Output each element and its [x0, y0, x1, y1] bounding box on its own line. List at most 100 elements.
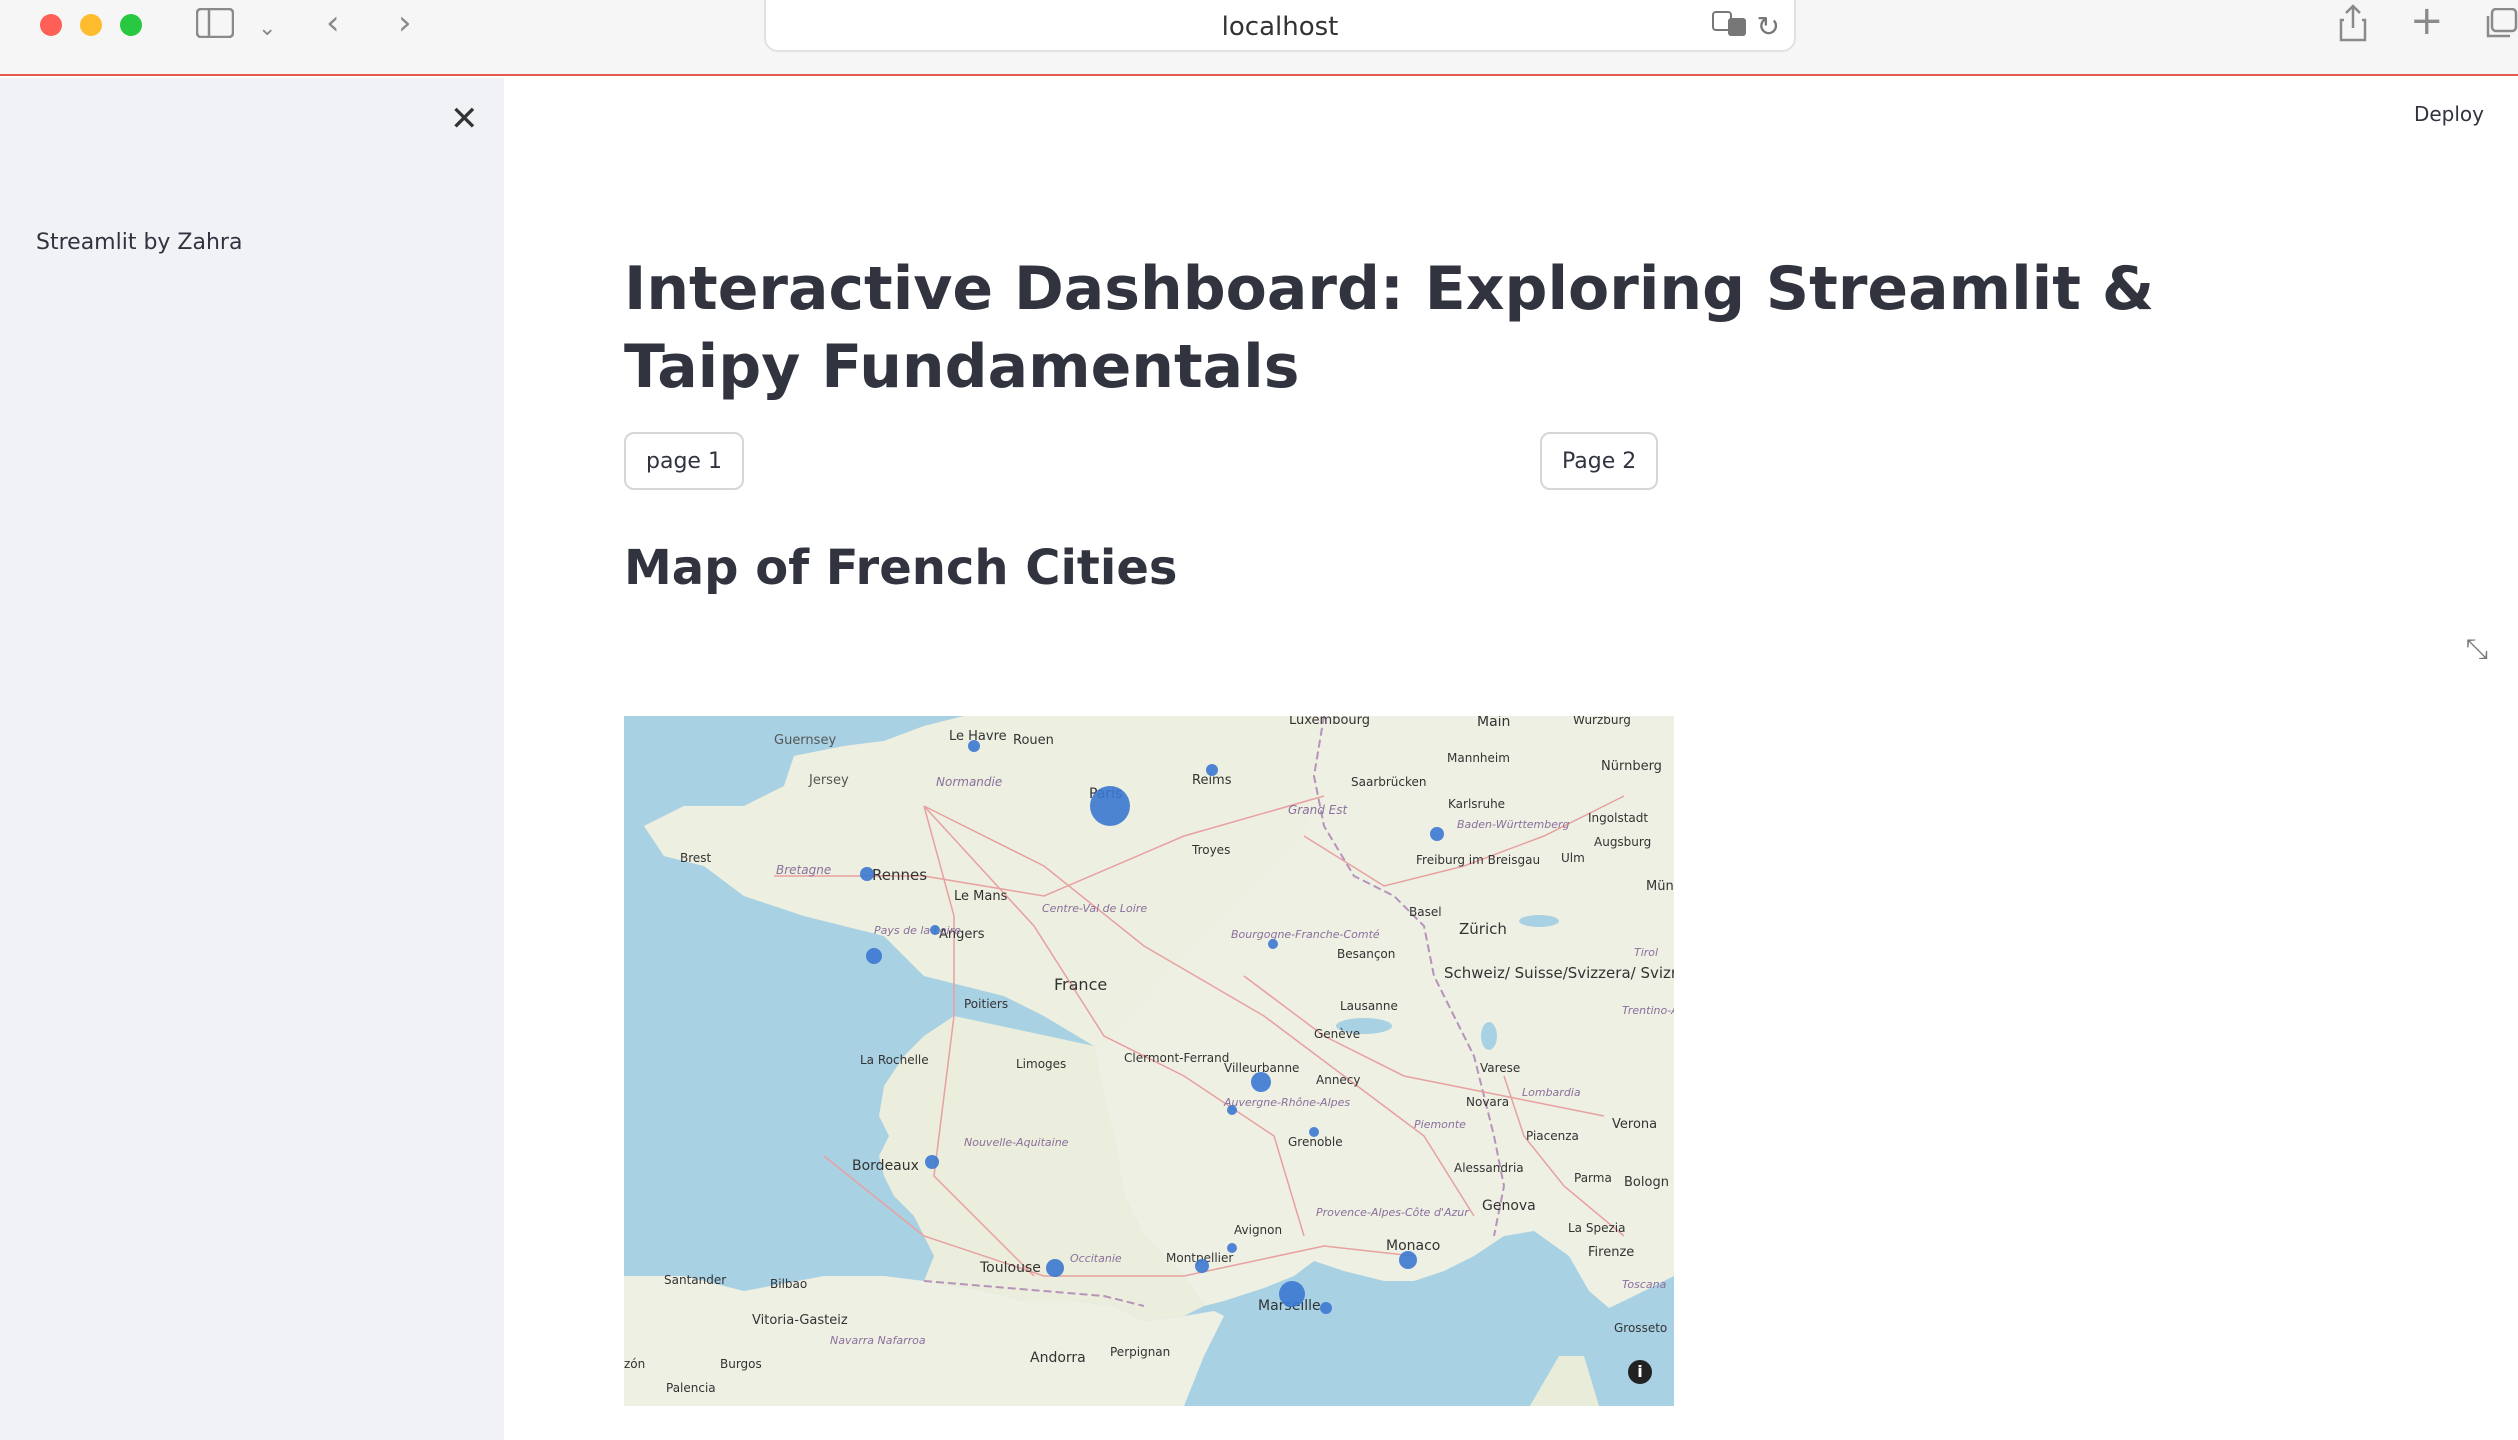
- place-label: Normandie: [936, 775, 1002, 789]
- place-label: Genova: [1482, 1198, 1536, 1214]
- place-label: Saarbrücken: [1351, 775, 1427, 789]
- place-label: Troyes: [1191, 843, 1230, 857]
- place-label: Piemonte: [1414, 1118, 1466, 1131]
- city-marker[interactable]: [1227, 1243, 1237, 1253]
- share-icon[interactable]: [2338, 4, 2368, 48]
- city-marker[interactable]: [1046, 1259, 1064, 1277]
- place-label: Andorra: [1030, 1350, 1086, 1366]
- place-label: Nürnberg: [1601, 759, 1662, 774]
- place-label: Lausanne: [1340, 999, 1398, 1013]
- place-label: La Rochelle: [860, 1053, 929, 1067]
- place-label: Rennes: [872, 866, 927, 884]
- place-label: Bologn: [1624, 1175, 1669, 1190]
- page-2-button[interactable]: Page 2: [1540, 432, 1659, 490]
- place-label: Grenoble: [1288, 1135, 1343, 1149]
- city-marker[interactable]: [1399, 1251, 1417, 1269]
- address-bar[interactable]: localhost ↻: [764, 0, 1796, 52]
- place-label: Varese: [1480, 1061, 1520, 1075]
- city-marker[interactable]: [860, 867, 874, 881]
- city-marker[interactable]: [1320, 1302, 1332, 1314]
- place-label: Schweiz/ Suisse/Svizzera/ Svizra: [1444, 964, 1674, 982]
- city-marker[interactable]: [1206, 764, 1218, 776]
- place-label: Brest: [680, 851, 712, 865]
- place-label: Augsburg: [1594, 835, 1651, 849]
- close-icon[interactable]: ✕: [450, 102, 479, 136]
- city-marker[interactable]: [1251, 1072, 1271, 1092]
- place-label: Le Mans: [954, 889, 1008, 904]
- city-marker[interactable]: [1309, 1127, 1319, 1137]
- chevron-down-icon[interactable]: ⌄: [258, 12, 276, 46]
- sidebar-text: Streamlit by Zahra: [36, 230, 243, 255]
- city-marker[interactable]: [1090, 786, 1130, 826]
- deploy-button[interactable]: Deploy: [2414, 102, 2484, 126]
- translate-icon[interactable]: [1712, 10, 1748, 45]
- expand-icon[interactable]: ⤡: [2466, 632, 2488, 666]
- place-label: Guernsey: [774, 733, 836, 748]
- place-label: Toulouse: [979, 1260, 1041, 1276]
- place-label: Genève: [1314, 1027, 1360, 1041]
- place-label: Münc: [1646, 879, 1674, 894]
- place-label: Freiburg im Breisgau: [1416, 853, 1540, 867]
- place-label: Grand Est: [1288, 803, 1348, 817]
- minimize-window-button[interactable]: [80, 14, 102, 36]
- info-icon[interactable]: i: [1628, 1360, 1652, 1384]
- city-marker[interactable]: [925, 1155, 939, 1169]
- section-heading: Map of French Cities: [624, 540, 1178, 596]
- sidebar-icon[interactable]: [195, 7, 235, 44]
- place-label: Ingolstadt: [1588, 811, 1648, 825]
- place-label: Trentino-Alto Adige/Südtirol: [1622, 1004, 1674, 1017]
- city-marker[interactable]: [1268, 939, 1278, 949]
- place-label: Bourgogne-Franche-Comté: [1231, 928, 1380, 941]
- place-label: France: [1054, 975, 1107, 994]
- tabs-icon[interactable]: [2484, 7, 2518, 46]
- place-label: Palencia: [666, 1381, 716, 1395]
- place-label: Verona: [1612, 1117, 1657, 1132]
- place-label: Occitanie: [1070, 1252, 1122, 1265]
- city-marker[interactable]: [968, 740, 980, 752]
- place-label: Provence-Alpes-Côte d'Azur: [1316, 1206, 1470, 1219]
- place-label: Karlsruhe: [1448, 797, 1505, 811]
- reload-icon[interactable]: ↻: [1757, 10, 1780, 43]
- chevron-left-icon[interactable]: ‹: [326, 6, 340, 40]
- place-label: Navarra Nafarroa: [830, 1334, 926, 1347]
- place-label: Alessandria: [1454, 1161, 1524, 1175]
- city-marker[interactable]: [1195, 1259, 1209, 1273]
- city-marker[interactable]: [1227, 1105, 1237, 1115]
- place-label: Avignon: [1234, 1223, 1282, 1237]
- place-label: Tirol: [1634, 946, 1658, 959]
- place-label: Parma: [1574, 1171, 1612, 1185]
- plus-icon[interactable]: +: [2410, 1, 2444, 41]
- place-label: Centre-Val de Loire: [1042, 902, 1147, 915]
- chevron-right-icon[interactable]: ›: [398, 6, 412, 40]
- place-label: Luxembourg: [1289, 716, 1370, 728]
- place-label: Zürich: [1459, 920, 1507, 938]
- map[interactable]: Guernsey Jersey Le Havre Rouen Normandie…: [624, 716, 1674, 1406]
- browser-toolbar: ⌄ ‹ › localhost ↻ +: [0, 0, 2518, 76]
- place-label: Basel: [1409, 905, 1442, 919]
- place-label: Poitiers: [964, 997, 1008, 1011]
- city-marker[interactable]: [1279, 1281, 1305, 1307]
- city-marker[interactable]: [1430, 827, 1444, 841]
- place-label: Piacenza: [1526, 1129, 1579, 1143]
- place-label: Besançon: [1337, 947, 1395, 961]
- close-window-button[interactable]: [40, 14, 62, 36]
- place-label: Clermont-Ferrand: [1124, 1051, 1229, 1065]
- place-label: Main: [1477, 716, 1510, 730]
- url-text: localhost: [1221, 12, 1339, 42]
- city-marker[interactable]: [866, 948, 882, 964]
- place-label: Lombardia: [1522, 1086, 1581, 1099]
- page-title: Interactive Dashboard: Exploring Streaml…: [624, 254, 2155, 402]
- place-label: Bordeaux: [852, 1158, 919, 1174]
- zoom-window-button[interactable]: [120, 14, 142, 36]
- city-marker[interactable]: [930, 925, 940, 935]
- place-label: Annecy: [1316, 1073, 1361, 1087]
- place-label: Grosseto: [1614, 1321, 1667, 1335]
- place-label: zón: [624, 1357, 645, 1371]
- place-label: Würzburg: [1573, 716, 1631, 727]
- place-label: Mannheim: [1447, 751, 1510, 765]
- place-label: Perpignan: [1110, 1345, 1170, 1359]
- place-label: Burgos: [720, 1357, 762, 1371]
- place-label: Auvergne-Rhône-Alpes: [1223, 1096, 1350, 1109]
- page-1-button[interactable]: page 1: [624, 432, 744, 490]
- place-label: Bilbao: [770, 1277, 807, 1291]
